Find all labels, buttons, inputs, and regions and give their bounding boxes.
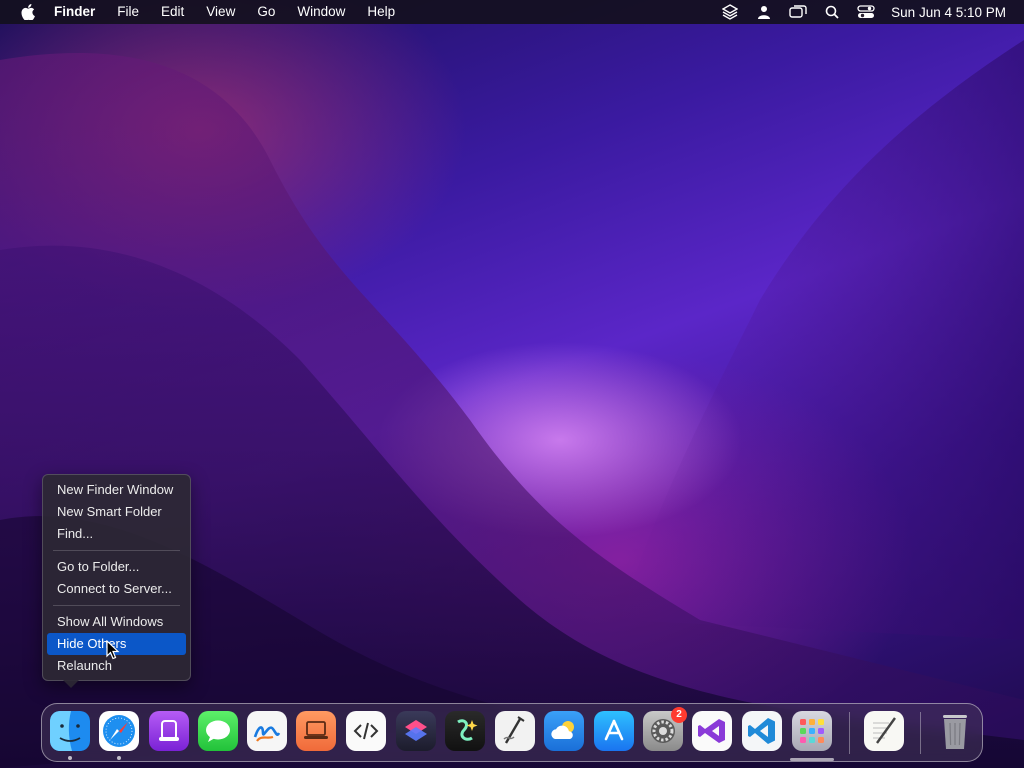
- dock-separator: [849, 712, 850, 754]
- launchpad-icon[interactable]: [792, 711, 832, 751]
- freeform-icon[interactable]: [247, 711, 287, 751]
- menu-item-go-to-folder[interactable]: Go to Folder...: [47, 556, 186, 578]
- dock-scroll-indicator: [790, 758, 834, 761]
- menu-bar: Finder File Edit View Go Window Help Sun…: [0, 0, 1024, 24]
- layers-icon[interactable]: [713, 0, 747, 24]
- desktop-wallpaper: Finder File Edit View Go Window Help Sun…: [0, 0, 1024, 768]
- menu-app-name[interactable]: Finder: [52, 0, 106, 24]
- finder-icon[interactable]: [50, 711, 90, 751]
- visual-studio-icon[interactable]: [692, 711, 732, 751]
- menu-help[interactable]: Help: [356, 0, 406, 24]
- sparkle-app-icon[interactable]: [445, 711, 485, 751]
- vscode-icon[interactable]: [742, 711, 782, 751]
- user-icon[interactable]: [747, 0, 781, 24]
- notification-badge: 2: [671, 707, 687, 723]
- weather-icon[interactable]: [544, 711, 584, 751]
- spotlight-search-icon[interactable]: [815, 0, 849, 24]
- script-editor-icon[interactable]: [495, 711, 535, 751]
- laptop-app-icon[interactable]: [296, 711, 336, 751]
- shortcuts-icon[interactable]: [396, 711, 436, 751]
- podcast-app-icon[interactable]: [149, 711, 189, 751]
- trash-icon[interactable]: [935, 711, 975, 751]
- apple-menu-icon[interactable]: [16, 0, 40, 24]
- running-indicator: [68, 756, 72, 760]
- menu-edit[interactable]: Edit: [150, 0, 195, 24]
- dock: 2: [41, 703, 983, 762]
- menu-separator: [53, 605, 180, 606]
- menu-item-find[interactable]: Find...: [47, 523, 186, 545]
- menu-view[interactable]: View: [195, 0, 246, 24]
- menu-window[interactable]: Window: [286, 0, 356, 24]
- control-center-icon[interactable]: [849, 0, 883, 24]
- menu-item-show-all-windows[interactable]: Show All Windows: [47, 611, 186, 633]
- menu-item-connect-to-server[interactable]: Connect to Server...: [47, 578, 186, 600]
- code-editor-icon[interactable]: [346, 711, 386, 751]
- menu-item-new-smart-folder[interactable]: New Smart Folder: [47, 501, 186, 523]
- textedit-icon[interactable]: [864, 711, 904, 751]
- running-indicator: [117, 756, 121, 760]
- mouse-cursor-icon: [106, 640, 120, 660]
- messages-icon[interactable]: [198, 711, 238, 751]
- menu-go[interactable]: Go: [246, 0, 286, 24]
- safari-icon[interactable]: [99, 711, 139, 751]
- menu-file[interactable]: File: [106, 0, 150, 24]
- menu-item-new-finder-window[interactable]: New Finder Window: [47, 479, 186, 501]
- menu-bar-clock[interactable]: Sun Jun 4 5:10 PM: [891, 5, 1006, 20]
- dock-separator: [920, 712, 921, 754]
- app-store-icon[interactable]: [594, 711, 634, 751]
- screen-mirroring-icon[interactable]: [781, 0, 815, 24]
- menu-separator: [53, 550, 180, 551]
